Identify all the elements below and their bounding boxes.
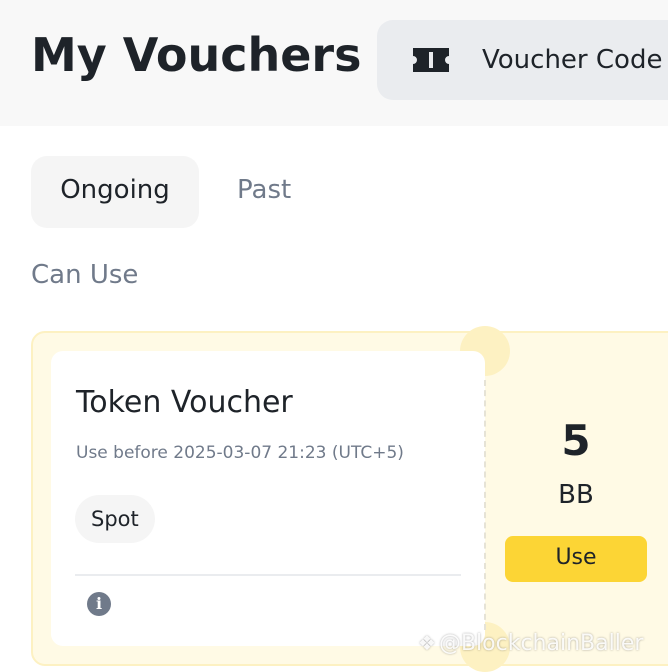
voucher-amount: 5 xyxy=(561,416,591,465)
ticket-icon xyxy=(413,48,449,72)
info-icon[interactable]: i xyxy=(87,592,111,616)
voucher-divider xyxy=(75,574,461,576)
binance-square-icon: ❖ xyxy=(418,631,436,655)
voucher-details: Token Voucher Use before 2025-03-07 21:2… xyxy=(51,351,485,646)
voucher-dashed-separator xyxy=(484,380,486,630)
section-label-can-use: Can Use xyxy=(31,260,139,290)
watermark-text: @BlockchainBaller xyxy=(438,631,644,656)
header: My Vouchers Voucher Code xyxy=(0,0,668,126)
voucher-code-button[interactable]: Voucher Code xyxy=(377,20,668,100)
watermark: ❖ @BlockchainBaller xyxy=(418,631,643,656)
voucher-currency: BB xyxy=(558,480,594,510)
voucher-tag-spot: Spot xyxy=(75,495,155,543)
voucher-title: Token Voucher xyxy=(76,385,293,420)
use-button[interactable]: Use xyxy=(505,536,647,582)
voucher-code-label: Voucher Code xyxy=(482,45,663,75)
tab-past[interactable]: Past xyxy=(237,156,291,228)
tab-ongoing[interactable]: Ongoing xyxy=(31,156,199,228)
page-title: My Vouchers xyxy=(31,28,362,82)
voucher-expiry: Use before 2025-03-07 21:23 (UTC+5) xyxy=(76,443,404,463)
